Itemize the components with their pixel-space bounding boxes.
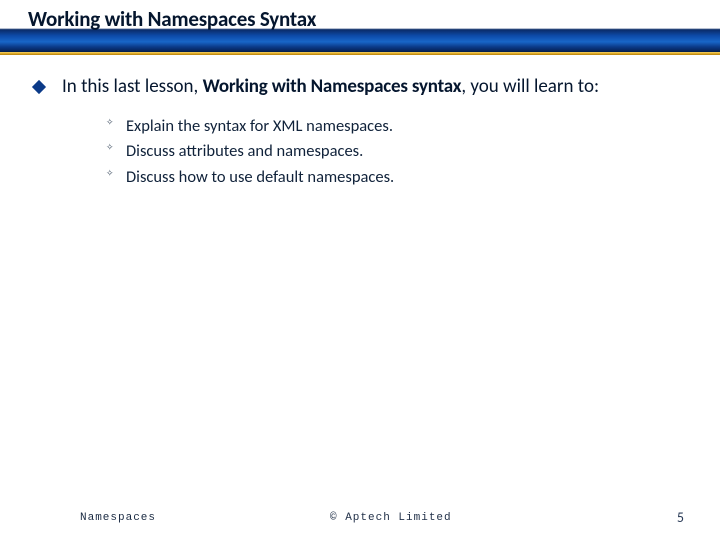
lead-pre: In this last lesson, xyxy=(62,75,203,98)
list-item: Discuss how to use default namespaces. xyxy=(106,165,680,191)
lead-text: In this last lesson, Working with Namesp… xyxy=(62,74,599,100)
diamond-icon xyxy=(32,80,46,94)
slide-footer: Namespaces © Aptech Limited 5 xyxy=(0,509,720,526)
footer-center: © Aptech Limited xyxy=(300,512,644,524)
lead-post: , you will learn to: xyxy=(461,75,599,98)
header-divider xyxy=(0,52,720,55)
lead-topic: Working with Namespaces syntax xyxy=(203,75,462,98)
list-item: Explain the syntax for XML namespaces. xyxy=(106,114,680,140)
slide-title: Working with Namespaces Syntax xyxy=(28,6,720,32)
footer-left: Namespaces xyxy=(80,512,300,524)
slide: Working with Namespaces Syntax In this l… xyxy=(0,0,720,540)
list-item: Discuss attributes and namespaces. xyxy=(106,139,680,165)
slide-body: In this last lesson, Working with Namesp… xyxy=(0,52,720,190)
page-number: 5 xyxy=(644,509,684,526)
slide-header: Working with Namespaces Syntax xyxy=(0,0,720,52)
sub-list: Explain the syntax for XML namespaces. D… xyxy=(106,114,680,191)
lead-bullet-row: In this last lesson, Working with Namesp… xyxy=(34,74,680,100)
